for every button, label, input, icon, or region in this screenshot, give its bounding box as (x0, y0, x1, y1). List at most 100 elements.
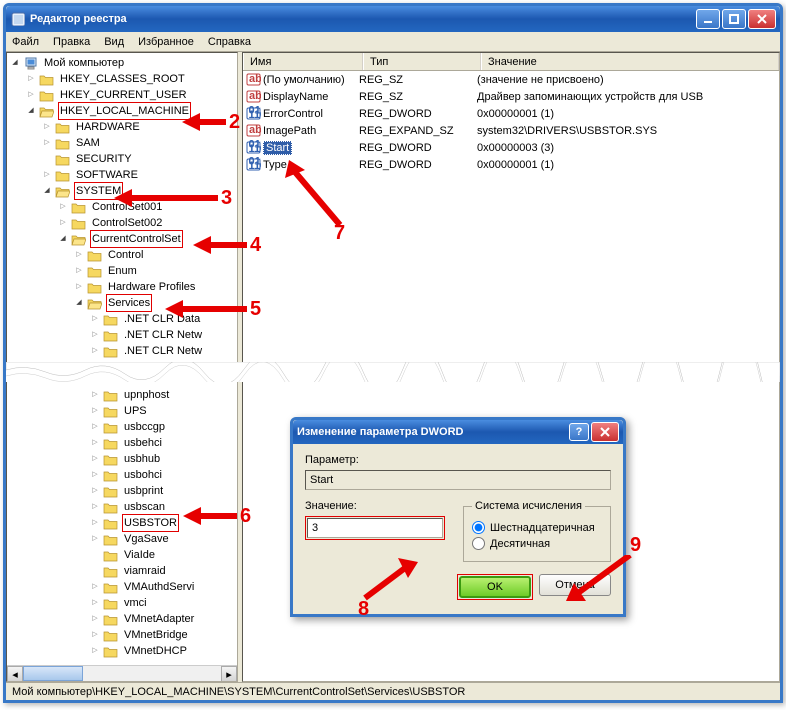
tree-item[interactable]: HKEY_CLASSES_ROOT (9, 71, 237, 87)
tree-item[interactable]: .NET CLR Netw (9, 327, 237, 343)
value-row[interactable]: Type REG_DWORD 0x00000001 (1) (243, 156, 779, 173)
radio-dec[interactable] (472, 537, 485, 550)
expander-icon[interactable] (73, 297, 85, 309)
tree-item[interactable]: vmci (9, 595, 237, 611)
param-input[interactable] (305, 470, 611, 490)
expander-icon[interactable] (9, 57, 21, 69)
tree-item[interactable]: SAM (9, 135, 237, 151)
scroll-left-button[interactable]: ◂ (7, 666, 23, 682)
tree-item[interactable]: VMnetDHCP (9, 643, 237, 659)
expander-icon[interactable] (41, 121, 53, 133)
tree-item[interactable]: usbccgp (9, 419, 237, 435)
expander-icon[interactable] (25, 105, 37, 117)
tree-item[interactable]: USBSTOR (9, 515, 237, 531)
tree-item[interactable]: upnphost (9, 387, 237, 403)
dialog-help-button[interactable]: ? (569, 423, 589, 441)
close-button[interactable] (748, 9, 776, 29)
tree-hscroll[interactable]: ◂ ▸ (7, 665, 237, 681)
menu-view[interactable]: Вид (104, 36, 124, 48)
expander-icon[interactable] (89, 533, 101, 545)
expander-icon[interactable] (89, 581, 101, 593)
expander-icon[interactable] (89, 517, 101, 529)
tree-item[interactable]: HKEY_LOCAL_MACHINE (9, 103, 237, 119)
tree-item[interactable]: HKEY_CURRENT_USER (9, 87, 237, 103)
maximize-button[interactable] (722, 9, 746, 29)
tree-item[interactable]: CurrentControlSet (9, 231, 237, 247)
tree-item[interactable]: Hardware Profiles (9, 279, 237, 295)
tree-item[interactable]: usbprint (9, 483, 237, 499)
col-value[interactable]: Значение (481, 53, 779, 70)
titlebar[interactable]: Редактор реестра (6, 6, 780, 32)
menu-file[interactable]: Файл (12, 36, 39, 48)
tree-item[interactable]: Control (9, 247, 237, 263)
tree-item[interactable]: .NET CLR Netw (9, 343, 237, 359)
expander-icon[interactable] (89, 501, 101, 513)
value-row[interactable]: ImagePath REG_EXPAND_SZ system32\DRIVERS… (243, 122, 779, 139)
dialog-titlebar[interactable]: Изменение параметра DWORD ? (293, 420, 623, 444)
expander-icon[interactable] (89, 469, 101, 481)
expander-icon[interactable] (89, 485, 101, 497)
tree-item[interactable]: UPS (9, 403, 237, 419)
radio-hex[interactable] (472, 521, 485, 534)
expander-icon[interactable] (41, 137, 53, 149)
menu-favorites[interactable]: Избранное (138, 36, 194, 48)
value-row[interactable]: DisplayName REG_SZ Драйвер запоминающих … (243, 88, 779, 105)
expander-icon[interactable] (25, 73, 37, 85)
tree-item[interactable]: ControlSet002 (9, 215, 237, 231)
tree-item[interactable]: HARDWARE (9, 119, 237, 135)
expander-icon[interactable] (89, 421, 101, 433)
tree-item[interactable]: ControlSet001 (9, 199, 237, 215)
tree-item[interactable]: Enum (9, 263, 237, 279)
value-input[interactable] (307, 518, 443, 538)
tree-item[interactable]: .NET CLR Data (9, 311, 237, 327)
value-row[interactable]: ErrorControl REG_DWORD 0x00000001 (1) (243, 105, 779, 122)
value-row[interactable]: Start REG_DWORD 0x00000003 (3) (243, 139, 779, 156)
ok-button[interactable]: OK (459, 576, 531, 598)
tree-item[interactable]: SECURITY (9, 151, 237, 167)
col-type[interactable]: Тип (363, 53, 481, 70)
tree-item[interactable]: SYSTEM (9, 183, 237, 199)
tree-item[interactable]: Services (9, 295, 237, 311)
expander-icon[interactable] (57, 233, 69, 245)
tree-item[interactable]: usbohci (9, 467, 237, 483)
expander-icon[interactable] (89, 389, 101, 401)
tree-item[interactable]: usbhub (9, 451, 237, 467)
expander-icon[interactable] (73, 249, 85, 261)
tree-item[interactable]: VMnetAdapter (9, 611, 237, 627)
tree-item[interactable]: VMAuthdServi (9, 579, 237, 595)
expander-icon[interactable] (41, 169, 53, 181)
expander-icon[interactable] (89, 453, 101, 465)
tree-item[interactable]: VgaSave (9, 531, 237, 547)
expander-icon[interactable] (89, 329, 101, 341)
menu-edit[interactable]: Правка (53, 36, 90, 48)
expander-icon[interactable] (25, 89, 37, 101)
expander-icon[interactable] (41, 185, 53, 197)
col-name[interactable]: Имя (243, 53, 363, 70)
tree-item[interactable]: viamraid (9, 563, 237, 579)
expander-icon[interactable] (89, 597, 101, 609)
cancel-button[interactable]: Отмена (539, 574, 611, 596)
expander-icon[interactable] (89, 313, 101, 325)
scroll-thumb[interactable] (23, 666, 83, 681)
value-row[interactable]: (По умолчанию) REG_SZ (значение не присв… (243, 71, 779, 88)
tree-item[interactable]: usbehci (9, 435, 237, 451)
menu-help[interactable]: Справка (208, 36, 251, 48)
expander-icon[interactable] (57, 201, 69, 213)
scroll-right-button[interactable]: ▸ (221, 666, 237, 682)
tree-item[interactable]: VMnetBridge (9, 627, 237, 643)
expander-icon[interactable] (89, 629, 101, 641)
tree-item[interactable]: ViaIde (9, 547, 237, 563)
expander-icon[interactable] (73, 281, 85, 293)
expander-icon[interactable] (89, 405, 101, 417)
expander-icon[interactable] (89, 345, 101, 357)
tree-item[interactable]: usbscan (9, 499, 237, 515)
expander-icon[interactable] (73, 265, 85, 277)
expander-icon[interactable] (89, 437, 101, 449)
expander-icon[interactable] (89, 645, 101, 657)
tree-item[interactable]: SOFTWARE (9, 167, 237, 183)
expander-icon[interactable] (57, 217, 69, 229)
tree-item[interactable]: Мой компьютер (9, 55, 237, 71)
expander-icon[interactable] (89, 613, 101, 625)
dialog-close-button[interactable] (591, 422, 619, 442)
minimize-button[interactable] (696, 9, 720, 29)
